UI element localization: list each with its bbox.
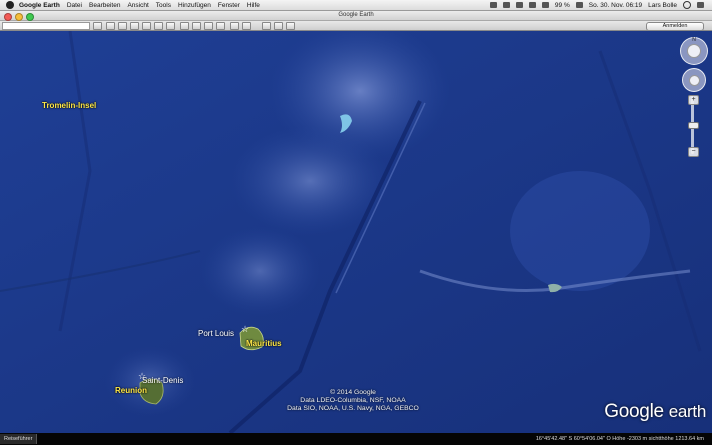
polygon-icon[interactable]	[130, 22, 139, 30]
logo-earth-text: earth	[668, 402, 707, 421]
dropbox-icon[interactable]	[489, 2, 497, 8]
battery-percent[interactable]: 99 %	[555, 2, 570, 9]
layers-icon[interactable]	[286, 22, 295, 30]
coordinate-readout: 16°45'42.48" S 60°54'06.04" O Höhe -2303…	[535, 436, 704, 442]
label-saint-denis[interactable]: Saint-Denis	[142, 376, 183, 385]
menu-app-name[interactable]: Google Earth	[19, 2, 60, 9]
zoom-window-icon[interactable]	[26, 12, 34, 21]
search-icon[interactable]	[93, 22, 102, 30]
path-icon[interactable]	[142, 22, 151, 30]
planet-switch-icon[interactable]	[204, 22, 213, 30]
clock[interactable]: So. 30. Nov. 06:19	[589, 2, 642, 9]
move-joystick-center[interactable]	[688, 74, 700, 86]
timemachine-icon[interactable]	[502, 2, 510, 8]
capital-star-icon[interactable]: ☆	[241, 325, 250, 334]
menu-hinzufuegen[interactable]: Hinzufügen	[178, 2, 211, 9]
search-input[interactable]	[2, 22, 90, 30]
image-overlay-icon[interactable]	[154, 22, 163, 30]
status-bar: Reiseführer 16°45'42.48" S 60°54'06.04" …	[0, 433, 712, 445]
menu-tools[interactable]: Tools	[156, 2, 171, 9]
window-controls	[4, 12, 37, 21]
google-earth-logo: Google earth	[604, 401, 706, 423]
label-tromelin[interactable]: Tromelin-Insel	[42, 101, 96, 110]
seafloor-terrain	[0, 31, 712, 433]
zoom-slider-thumb[interactable]	[688, 122, 699, 129]
label-mauritius[interactable]: Mauritius	[246, 339, 282, 348]
placemark-icon[interactable]	[118, 22, 127, 30]
label-port-louis[interactable]: Port Louis	[198, 329, 234, 338]
menu-datei[interactable]: Datei	[67, 2, 82, 9]
menubar-status-area: 99 % So. 30. Nov. 06:19 Lars Bolle	[484, 0, 704, 10]
imagery-copyright: © 2014 Google Data LDEO-Columbia, NSF, N…	[258, 389, 448, 413]
copyright-line: Data SIO, NOAA, U.S. Navy, NGA, GEBCO	[287, 405, 419, 412]
minimize-window-icon[interactable]	[15, 12, 23, 21]
close-window-icon[interactable]	[4, 12, 12, 21]
look-joystick[interactable]: N	[680, 37, 708, 65]
label-reunion[interactable]: Reunion	[115, 386, 147, 395]
window-titlebar: Google Earth	[0, 11, 712, 21]
spotlight-icon[interactable]	[683, 1, 691, 9]
save-image-icon[interactable]	[262, 22, 271, 30]
historical-imagery-icon[interactable]	[180, 22, 189, 30]
battery-icon[interactable]	[575, 2, 583, 8]
signin-button[interactable]: Anmelden	[646, 21, 704, 31]
move-joystick[interactable]	[682, 68, 706, 92]
email-icon[interactable]	[230, 22, 239, 30]
copyright-line: Data LDEO-Columbia, NSF, NOAA	[300, 397, 406, 404]
menu-fenster[interactable]: Fenster	[218, 2, 240, 9]
menu-hilfe[interactable]: Hilfe	[247, 2, 260, 9]
window-title: Google Earth	[338, 12, 374, 18]
toolbar: Anmelden	[0, 21, 712, 31]
notification-center-icon[interactable]	[697, 2, 704, 8]
sunlight-icon[interactable]	[192, 22, 201, 30]
copyright-line: © 2014 Google	[330, 389, 376, 396]
ruler-icon[interactable]	[216, 22, 225, 30]
bluetooth-icon[interactable]	[515, 2, 523, 8]
menu-ansicht[interactable]: Ansicht	[127, 2, 148, 9]
menu-bar: Google Earth Datei Bearbeiten Ansicht To…	[0, 0, 712, 11]
record-tour-icon[interactable]	[166, 22, 175, 30]
wifi-icon[interactable]	[528, 2, 536, 8]
look-joystick-center[interactable]	[687, 44, 701, 58]
menu-bearbeiten[interactable]: Bearbeiten	[89, 2, 120, 9]
volume-icon[interactable]	[541, 2, 549, 8]
logo-google-text: Google	[604, 401, 664, 422]
earth-map-view[interactable]: Tromelin-Insel ☆ Port Louis Mauritius ☆ …	[0, 31, 712, 433]
zoom-in-button[interactable]: +	[688, 95, 699, 105]
zoom-out-button[interactable]: −	[688, 147, 699, 157]
print-icon[interactable]	[242, 22, 251, 30]
apple-icon[interactable]	[6, 1, 14, 9]
tour-guide-button[interactable]: Reiseführer	[0, 434, 38, 444]
user-name[interactable]: Lars Bolle	[648, 2, 677, 9]
sidebar-toggle-icon[interactable]	[106, 22, 115, 30]
north-label: N	[692, 37, 696, 43]
google-maps-icon[interactable]	[274, 22, 283, 30]
